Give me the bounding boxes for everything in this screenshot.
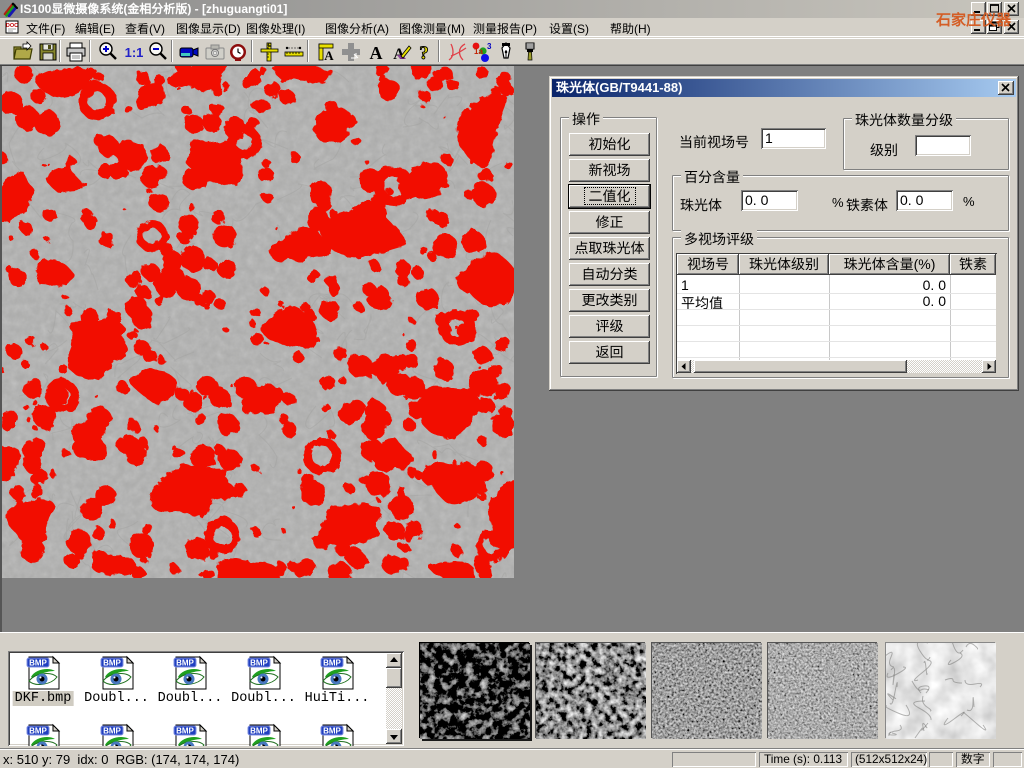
svg-text:BMP: BMP [176,727,194,736]
svg-text:BMP: BMP [103,727,121,736]
svg-text:1a: 1a [474,47,483,56]
svg-text:BMP: BMP [250,659,268,668]
svg-text:DOC: DOC [6,23,18,29]
svg-text:3: 3 [487,42,492,51]
svg-text:?: ? [419,43,429,64]
svg-text:BMP: BMP [29,727,47,736]
svg-text:A: A [324,48,334,63]
svg-text:BMP: BMP [323,727,341,736]
svg-text:BMP: BMP [250,727,268,736]
svg-text:BMP: BMP [323,659,341,668]
svg-text:1:1: 1:1 [125,45,144,60]
svg-text:BMP: BMP [29,659,47,668]
svg-text:BMP: BMP [176,659,194,668]
svg-text:A: A [370,43,383,63]
svg-text:BMP: BMP [103,659,121,668]
